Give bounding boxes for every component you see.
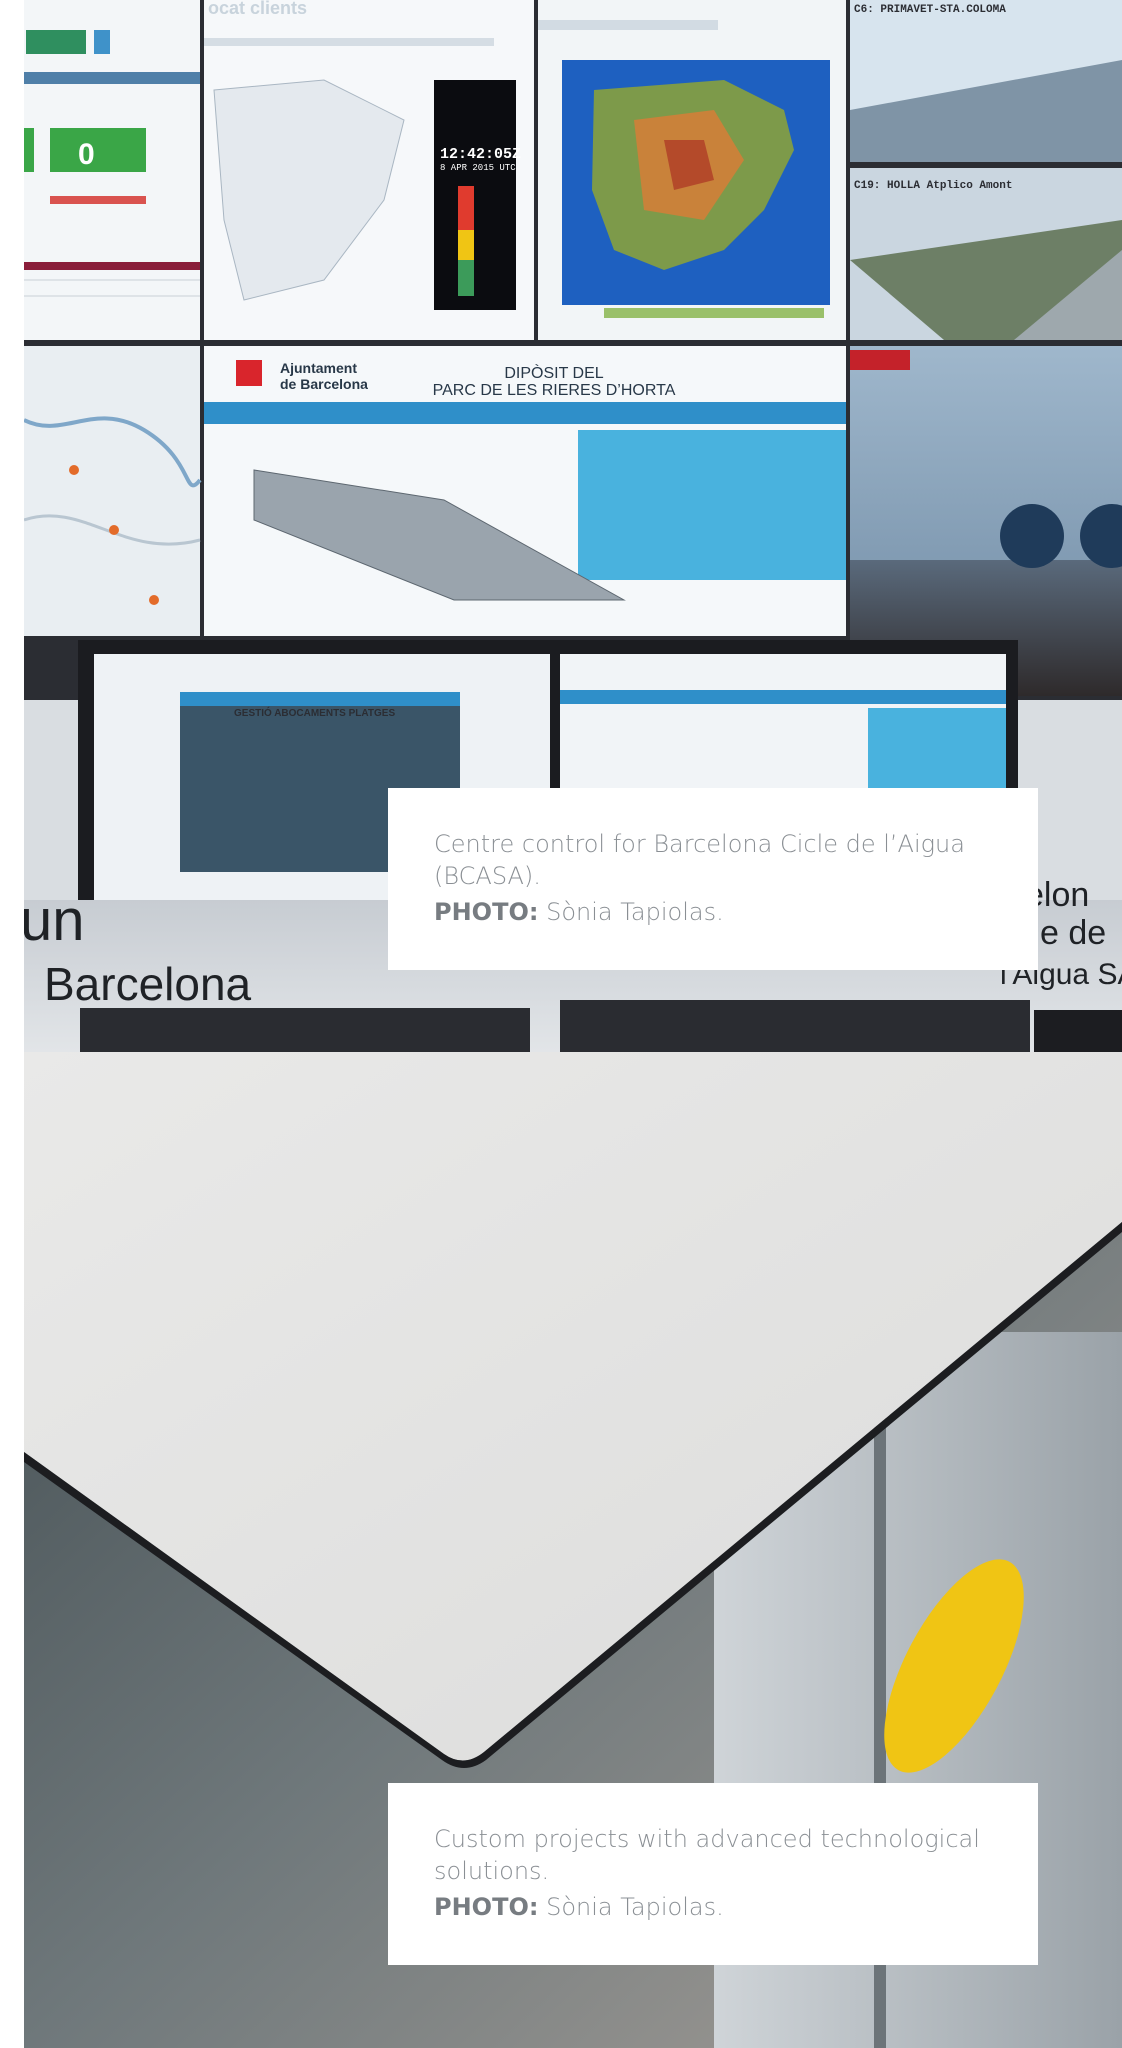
camera-screens: C6: PRIMAVET-STA.COLOMA C19: HOLLA Atpli… — [850, 0, 1122, 340]
credit-name: Sònia Tapiolas. — [546, 898, 724, 926]
photo-credit: PHOTO: Sònia Tapiolas. — [434, 896, 992, 928]
city-map-screen — [24, 346, 202, 636]
credit-label: PHOTO: — [434, 898, 539, 926]
reservoir-title-1: DIPÒSIT DEL — [504, 363, 603, 382]
council-name-line2: de Barcelona — [280, 376, 368, 392]
caption-text: Centre control for Barcelona Cicle de l’… — [434, 830, 965, 890]
radar-map-screen: ocat clients 12:42:05Z 8 APR 2015 UTC — [204, 0, 534, 340]
reservoir-screen: Ajuntament de Barcelona DIPÒSIT DEL PARC… — [204, 346, 846, 636]
credit-label: PHOTO: — [434, 1893, 539, 1921]
photo-credit: PHOTO: Sònia Tapiolas. — [434, 1891, 992, 1923]
weather-date: 8 APR 2015 UTC — [440, 163, 516, 173]
weather-time: 12:42:05Z — [440, 146, 521, 163]
dashboard-value: 0 — [78, 138, 95, 171]
spain-map-screen — [538, 0, 846, 340]
backdrop-word-left: un — [24, 888, 85, 953]
credit-name: Sònia Tapiolas. — [546, 1893, 724, 1921]
backdrop-word-bottom: Barcelona — [44, 958, 252, 1010]
photo-caption-1: Centre control for Barcelona Cicle de l’… — [388, 788, 1038, 970]
caption-text: Custom projects with advanced technologi… — [434, 1825, 980, 1885]
camera-1-label: C6: PRIMAVET-STA.COLOMA — [854, 4, 1006, 16]
dashboard-screen: 0 — [24, 0, 200, 340]
screen-title: ocat clients — [208, 0, 307, 18]
council-name-line1: Ajuntament — [280, 360, 357, 376]
photo-caption-2: Custom projects with advanced technologi… — [388, 1783, 1038, 1965]
camera-2-label: C19: HOLLA Atplico Amont — [854, 180, 1012, 192]
reservoir-title-2: PARC DE LES RIERES D’HORTA — [433, 382, 676, 399]
monitor-title: GESTIÓ ABOCAMENTS PLATGES — [234, 706, 395, 719]
backdrop-word-right-2: e de — [1040, 914, 1106, 952]
